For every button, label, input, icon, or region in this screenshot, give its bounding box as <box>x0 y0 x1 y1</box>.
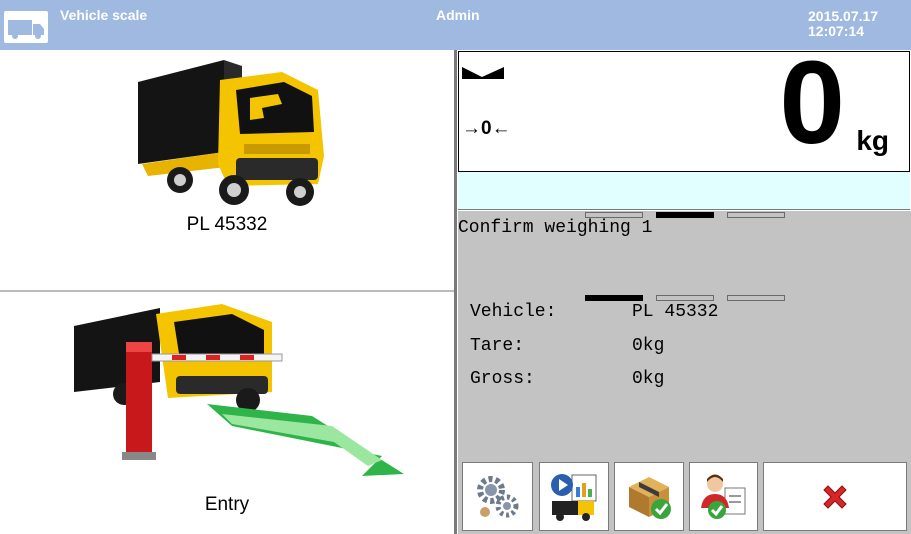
clock: 2015.07.17 12:07:14 <box>808 9 878 39</box>
vehicle-plate-label: PL 45332 <box>186 214 268 235</box>
field-progress-slot-1 <box>585 295 643 301</box>
weight-unit: kg <box>856 125 889 156</box>
date-text: 2015.07.17 <box>808 8 879 24</box>
cancel-button[interactable] <box>763 462 907 531</box>
report-truck-icon <box>551 473 597 521</box>
truck-barrier-entry-image <box>74 304 404 476</box>
gears-icon <box>476 475 518 517</box>
panel-divider <box>454 50 457 534</box>
entry-panel[interactable]: Entry <box>0 294 454 534</box>
products-button[interactable] <box>614 462 684 531</box>
tare-field-value: 0kg <box>632 336 665 356</box>
vehicle-field-value: PL 45332 <box>632 302 719 322</box>
tare-field-label: Tare: <box>470 336 525 356</box>
logged-user: Admin <box>436 7 480 23</box>
zero-indicator-icon: →0← <box>462 118 511 139</box>
step-title: Confirm weighing 1 <box>458 218 653 238</box>
user-check-icon <box>700 474 745 519</box>
vehicle-panel[interactable]: PL 45332 <box>0 50 454 292</box>
field-progress-slot-3 <box>727 295 785 301</box>
reports-button[interactable] <box>539 462 609 531</box>
weighing-process-panel: Confirm weighing 1 Vehicle: PL 45332 Tar… <box>458 211 911 459</box>
yellow-truck-image <box>138 60 324 206</box>
title-bar: Vehicle scale Admin 2015.07.17 12:07:14 <box>0 0 911 50</box>
field-progress-slot-2 <box>656 295 714 301</box>
truck-icon <box>4 11 48 43</box>
vehicle-field-label: Vehicle: <box>470 302 557 322</box>
step-progress-slot-3 <box>727 212 785 218</box>
settings-button[interactable] <box>462 462 533 531</box>
action-toolbar <box>458 459 911 534</box>
app-title: Vehicle scale <box>60 7 148 23</box>
weight-value: 0 <box>779 37 845 169</box>
package-check-icon <box>629 476 671 519</box>
step-progress-slot-2 <box>656 212 714 218</box>
gross-field-label: Gross: <box>470 369 535 389</box>
message-bar <box>458 172 910 210</box>
operators-button[interactable] <box>689 462 758 531</box>
red-x-icon <box>823 484 847 509</box>
weight-display: →0← 0 kg <box>458 44 910 172</box>
gross-field-value: 0kg <box>632 369 665 389</box>
stable-indicator-icon <box>462 67 504 79</box>
entry-label: Entry <box>204 494 250 515</box>
